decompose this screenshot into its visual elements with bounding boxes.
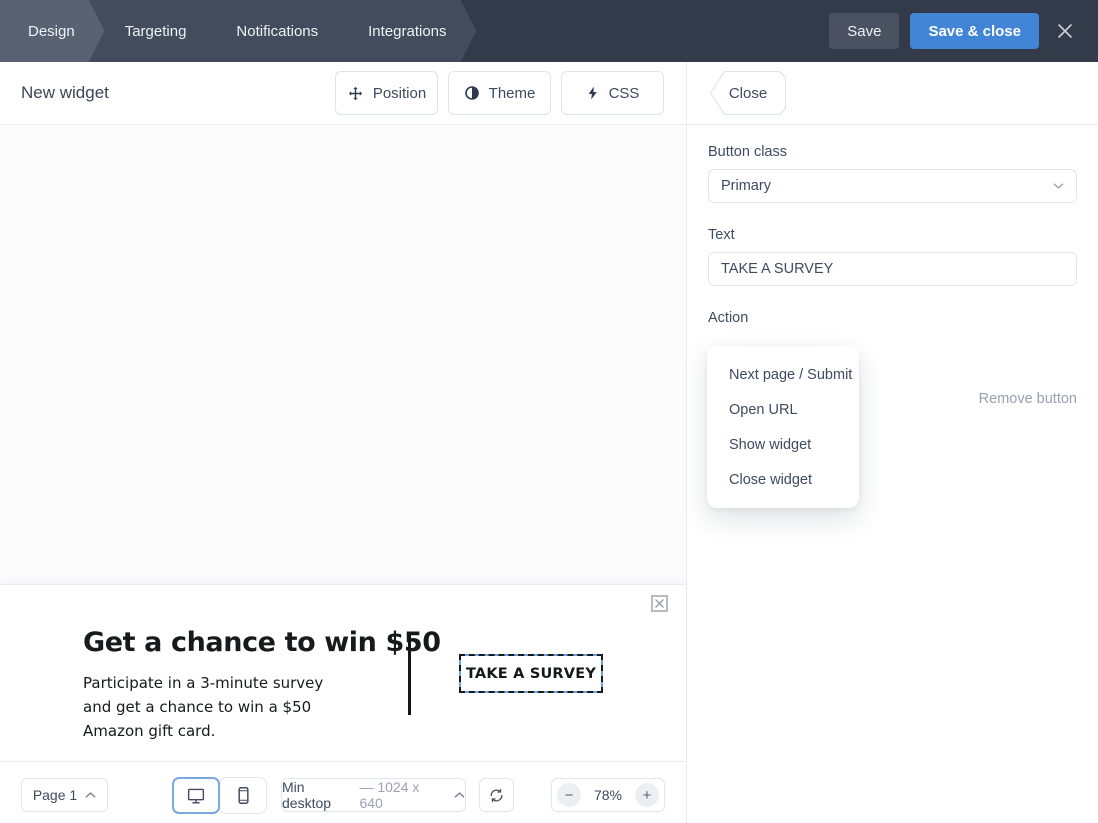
close-panel-button[interactable]: Close (710, 71, 786, 115)
viewport-size-selector[interactable]: Min desktop — 1024 x 640 (281, 778, 466, 812)
mobile-icon (237, 786, 250, 805)
desktop-view-button[interactable] (172, 777, 220, 814)
menu-item-open-url[interactable]: Open URL (707, 392, 859, 427)
tab-notifications[interactable]: Notifications (200, 0, 348, 62)
settings-panel: Button class Primary Text Action + Add a… (688, 125, 1098, 823)
remove-button-link[interactable]: Remove button (979, 391, 1077, 407)
page-selector-label: Page 1 (33, 787, 77, 803)
sub-header-left: New widget Position Theme CSS (0, 62, 687, 124)
mobile-view-button[interactable] (219, 777, 267, 814)
viewport-size-value: — 1024 x 640 (359, 779, 442, 811)
theme-button[interactable]: Theme (448, 71, 551, 115)
contrast-icon (464, 85, 480, 101)
tab-targeting[interactable]: Targeting (89, 0, 217, 62)
close-icon (1056, 22, 1074, 40)
widget-preview: Get a chance to win $50 Participate in a… (0, 584, 686, 761)
text-label: Text (708, 227, 1077, 243)
tab-design[interactable]: Design (0, 0, 105, 62)
css-button[interactable]: CSS (561, 71, 664, 115)
save-button[interactable]: Save (829, 13, 899, 49)
menu-item-next-page-submit[interactable]: Next page / Submit (707, 357, 859, 392)
refresh-icon (488, 787, 505, 804)
settings-panel-content: Button class Primary Text Action + Add a… (688, 125, 1098, 365)
widget-survey-button[interactable]: TAKE A SURVEY (459, 654, 603, 693)
zoom-in-button[interactable]: + (635, 783, 659, 807)
widget-divider (408, 634, 411, 715)
tab-integrations[interactable]: Integrations (332, 0, 476, 62)
refresh-preview-button[interactable] (479, 778, 514, 812)
action-dropdown-menu: Next page / Submit Open URL Show widget … (707, 346, 859, 508)
widget-builder-app: Design Targeting Notifications Integrati… (0, 0, 1098, 823)
widget-close-button[interactable] (651, 595, 668, 612)
sub-header: New widget Position Theme CSS (0, 62, 1098, 125)
text-field-wrap (708, 252, 1077, 286)
move-icon (347, 85, 364, 102)
css-button-label: CSS (609, 85, 640, 102)
position-button-label: Position (373, 85, 426, 102)
top-bar: Design Targeting Notifications Integrati… (0, 0, 1098, 62)
viewport-size-label: Min desktop (282, 779, 353, 811)
button-text-input[interactable] (721, 261, 1064, 277)
chevron-up-icon (85, 791, 96, 799)
zoom-level-value: 78% (594, 787, 622, 803)
close-panel-button-label: Close (711, 72, 785, 114)
close-builder-button[interactable] (1050, 16, 1080, 46)
desktop-icon (186, 787, 206, 805)
theme-button-label: Theme (489, 85, 536, 102)
widget-description: Participate in a 3-minute survey and get… (83, 671, 345, 743)
button-class-value: Primary (721, 178, 771, 194)
position-button[interactable]: Position (335, 71, 438, 115)
page-selector[interactable]: Page 1 (21, 778, 108, 812)
preview-toolbar: Page 1 Min desktop — 1024 x 640 (0, 761, 686, 823)
chevron-down-icon (1053, 182, 1064, 190)
zoom-out-button[interactable]: − (557, 783, 581, 807)
save-and-close-button[interactable]: Save & close (910, 13, 1039, 49)
close-icon (655, 599, 664, 608)
action-label: Action (708, 310, 1077, 326)
menu-item-show-widget[interactable]: Show widget (707, 427, 859, 462)
button-class-select[interactable]: Primary (708, 169, 1077, 203)
lightning-icon (586, 85, 600, 101)
sub-header-right: Close (687, 62, 1098, 124)
step-tabs: Design Targeting Notifications Integrati… (0, 0, 477, 62)
top-bar-actions: Save Save & close (829, 0, 1098, 62)
widget-heading: Get a chance to win $50 (83, 627, 441, 658)
button-class-label: Button class (708, 144, 1077, 160)
zoom-control: − 78% + (551, 778, 665, 812)
page-title: New widget (21, 83, 109, 103)
menu-item-close-widget[interactable]: Close widget (707, 462, 859, 497)
preview-pane: Get a chance to win $50 Participate in a… (0, 125, 687, 823)
chevron-up-icon (454, 791, 465, 799)
